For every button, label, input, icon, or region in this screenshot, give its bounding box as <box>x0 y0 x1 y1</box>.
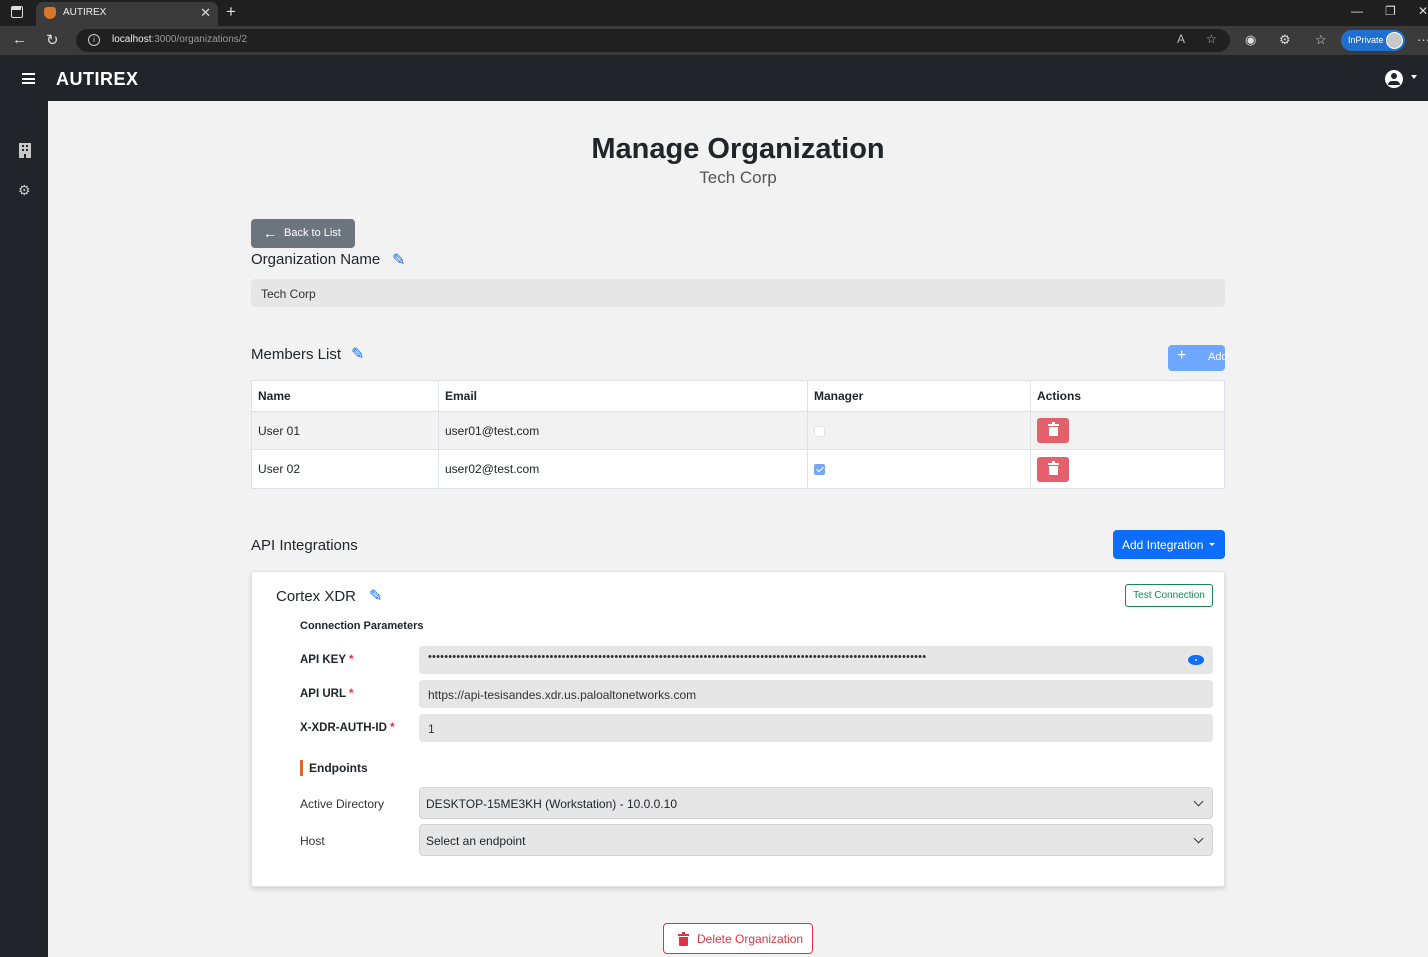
caret-down-icon <box>1209 543 1215 546</box>
integration-card: Cortex XDR ✎ Test Connection Connection … <box>251 571 1225 887</box>
member-name: User 01 <box>251 411 439 450</box>
site-info-icon[interactable]: i <box>88 34 100 46</box>
add-member-label: Add <box>1208 351 1228 363</box>
user-menu-caret-icon[interactable] <box>1411 75 1417 79</box>
tab-title: AUTIREX <box>63 7 107 18</box>
browser-toolbar: ← ↻ i localhost:3000/organizations/2 A ☆… <box>0 26 1428 55</box>
chevron-down-icon <box>1193 796 1204 807</box>
col-name: Name <box>251 380 439 412</box>
browser-tabstrip: AUTIREX ✕ + — ❐ ✕ <box>0 0 1428 26</box>
sidebar: ⚙ <box>0 101 48 957</box>
host-label: Host <box>300 834 325 848</box>
read-aloud-icon[interactable]: A <box>1177 32 1185 46</box>
inprivate-badge[interactable]: InPrivate <box>1341 30 1405 51</box>
edit-org-name-icon[interactable]: ✎ <box>392 253 405 269</box>
endpoints-label: Endpoints <box>300 760 368 776</box>
arrow-left-icon: ← <box>263 225 277 241</box>
delete-organization-label: Delete Organization <box>697 932 804 946</box>
new-tab-icon[interactable]: + <box>226 2 236 22</box>
api-integrations-label: API Integrations <box>251 537 358 554</box>
delete-organization-button[interactable]: Delete Organization <box>663 923 813 954</box>
delete-member-button[interactable] <box>1037 456 1069 482</box>
edit-members-icon[interactable]: ✎ <box>351 347 364 363</box>
host-select[interactable]: Select an endpoint <box>419 824 1213 856</box>
building-icon[interactable] <box>19 143 31 158</box>
address-bar[interactable]: i localhost:3000/organizations/2 A ☆ <box>76 29 1230 52</box>
api-key-value: ••••••••••••••••••••••••••••••••••••••••… <box>428 651 927 663</box>
members-table: Name Email Manager Actions User 01 user0… <box>251 380 1225 489</box>
api-url-label: API URL * <box>300 688 354 700</box>
manager-checkbox[interactable] <box>814 425 825 437</box>
back-button-label: Back to List <box>284 227 341 239</box>
browser-tab[interactable]: AUTIREX ✕ <box>36 2 218 26</box>
members-list-label: Members List <box>251 346 342 363</box>
favicon-icon <box>44 7 56 19</box>
page-title: Manage Organization <box>591 133 885 165</box>
col-manager: Manager <box>807 380 1031 412</box>
host-value: Select an endpoint <box>426 834 526 848</box>
test-connection-button[interactable]: Test Connection <box>1125 584 1213 607</box>
active-directory-value: DESKTOP-15ME3KH (Workstation) - 10.0.0.1… <box>426 797 677 811</box>
member-name: User 02 <box>251 449 439 489</box>
page-subtitle: Tech Corp <box>699 168 777 187</box>
extensions-puzzle-icon[interactable]: ⚙ <box>1279 32 1291 48</box>
col-email: Email <box>438 380 808 412</box>
reload-icon[interactable]: ↻ <box>46 31 59 49</box>
favorites-icon[interactable]: ☆ <box>1315 32 1327 48</box>
active-directory-label: Active Directory <box>300 797 385 811</box>
eye-icon[interactable] <box>1188 655 1204 665</box>
close-tab-icon[interactable]: ✕ <box>200 5 211 21</box>
back-arrow-icon[interactable]: ← <box>12 31 27 48</box>
add-integration-label: Add Integration <box>1122 538 1204 552</box>
back-to-list-button[interactable]: ← Back to List <box>251 219 355 248</box>
connection-params-label: Connection Parameters <box>300 620 424 632</box>
brand-logo[interactable]: AUTIREX <box>56 69 139 90</box>
tab-actions-icon[interactable] <box>11 6 23 18</box>
profile-avatar <box>1386 32 1403 49</box>
favorite-star-icon[interactable]: ☆ <box>1206 32 1217 46</box>
active-directory-select[interactable]: DESKTOP-15ME3KH (Workstation) - 10.0.0.1… <box>419 787 1213 819</box>
restore-icon[interactable]: ❐ <box>1385 4 1396 18</box>
api-url-field[interactable]: https://api-tesisandes.xdr.us.paloaltone… <box>419 680 1213 708</box>
manager-checkbox[interactable] <box>814 464 825 476</box>
close-window-icon[interactable]: ✕ <box>1418 4 1428 18</box>
extension-icon[interactable]: ◉ <box>1245 32 1256 48</box>
integration-title: Cortex XDR <box>276 588 357 605</box>
minimize-icon[interactable]: — <box>1351 4 1363 18</box>
gears-icon[interactable]: ⚙ <box>18 183 31 197</box>
table-row: User 02 user02@test.com <box>251 449 1225 489</box>
auth-id-field[interactable]: 1 <box>419 714 1213 742</box>
add-member-button[interactable]: + Add <box>1168 345 1228 371</box>
chevron-down-icon <box>1193 833 1204 844</box>
org-name-field[interactable]: Tech Corp <box>251 279 1225 307</box>
app-navbar: AUTIREX <box>0 55 1428 101</box>
more-menu-icon[interactable]: ··· <box>1417 32 1428 47</box>
url-text: localhost:3000/organizations/2 <box>112 34 248 45</box>
auth-id-label: X-XDR-AUTH-ID * <box>300 722 395 734</box>
table-row: User 01 user01@test.com <box>251 411 1225 450</box>
table-header-row: Name Email Manager Actions <box>251 380 1225 412</box>
delete-member-button[interactable] <box>1037 418 1069 443</box>
col-actions: Actions <box>1030 380 1225 412</box>
add-integration-button[interactable]: Add Integration <box>1113 530 1225 559</box>
member-email: user02@test.com <box>438 449 808 489</box>
hamburger-menu-icon[interactable] <box>22 73 35 84</box>
user-account-icon[interactable] <box>1385 70 1403 88</box>
org-name-label: Organization Name <box>251 251 381 268</box>
api-key-field[interactable]: ••••••••••••••••••••••••••••••••••••••••… <box>419 646 1213 674</box>
api-key-label: API KEY * <box>300 654 354 666</box>
member-email: user01@test.com <box>438 411 808 450</box>
plus-icon: + <box>1177 347 1187 364</box>
edit-integration-icon[interactable]: ✎ <box>369 589 382 605</box>
